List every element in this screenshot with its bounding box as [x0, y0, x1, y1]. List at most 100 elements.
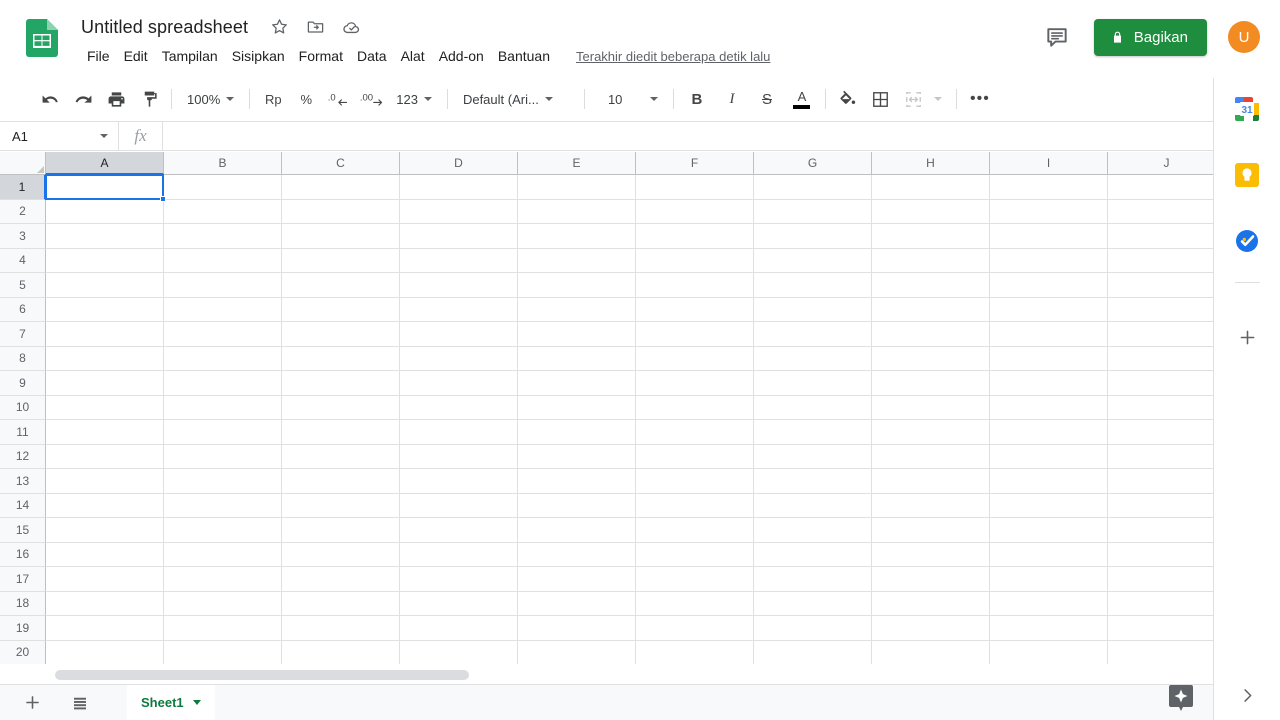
column-header-g[interactable]: G: [754, 152, 872, 175]
format-currency-button[interactable]: Rp: [258, 85, 288, 113]
cell-H7[interactable]: [872, 322, 990, 347]
cell-C17[interactable]: [282, 567, 400, 592]
cell-I19[interactable]: [990, 616, 1108, 641]
decrease-decimal-button[interactable]: .0: [324, 85, 352, 113]
cell-B13[interactable]: [164, 469, 282, 494]
cell-H12[interactable]: [872, 444, 990, 469]
cell-J3[interactable]: [1108, 224, 1213, 249]
cell-F2[interactable]: [636, 199, 754, 224]
row-header-3[interactable]: 3: [0, 224, 46, 249]
cell-I20[interactable]: [990, 640, 1108, 664]
cell-E10[interactable]: [518, 395, 636, 420]
menu-item-file[interactable]: File: [80, 46, 117, 66]
cell-J11[interactable]: [1108, 420, 1213, 445]
cell-G13[interactable]: [754, 469, 872, 494]
cell-J8[interactable]: [1108, 346, 1213, 371]
cell-C14[interactable]: [282, 493, 400, 518]
cell-C7[interactable]: [282, 322, 400, 347]
cell-C9[interactable]: [282, 371, 400, 396]
avatar[interactable]: U: [1228, 21, 1260, 53]
cell-E16[interactable]: [518, 542, 636, 567]
cell-I16[interactable]: [990, 542, 1108, 567]
bold-button[interactable]: B: [682, 85, 712, 113]
cell-E7[interactable]: [518, 322, 636, 347]
cell-B10[interactable]: [164, 395, 282, 420]
row-header-13[interactable]: 13: [0, 469, 46, 494]
cell-E8[interactable]: [518, 346, 636, 371]
cell-J9[interactable]: [1108, 371, 1213, 396]
cell-D12[interactable]: [400, 444, 518, 469]
cell-B4[interactable]: [164, 248, 282, 273]
row-header-14[interactable]: 14: [0, 493, 46, 518]
menu-item-help[interactable]: Bantuan: [491, 46, 557, 66]
cell-A7[interactable]: [46, 322, 164, 347]
sheet-tab-sheet1[interactable]: Sheet1: [127, 684, 215, 720]
menu-item-data[interactable]: Data: [350, 46, 394, 66]
cell-F5[interactable]: [636, 273, 754, 298]
increase-decimal-button[interactable]: .00: [357, 85, 387, 113]
cell-G4[interactable]: [754, 248, 872, 273]
cell-E20[interactable]: [518, 640, 636, 664]
cell-H8[interactable]: [872, 346, 990, 371]
cell-F15[interactable]: [636, 518, 754, 543]
column-header-e[interactable]: E: [518, 152, 636, 175]
cell-G20[interactable]: [754, 640, 872, 664]
cell-I5[interactable]: [990, 273, 1108, 298]
row-header-4[interactable]: 4: [0, 248, 46, 273]
cell-A16[interactable]: [46, 542, 164, 567]
cell-G18[interactable]: [754, 591, 872, 616]
cell-J14[interactable]: [1108, 493, 1213, 518]
cell-H17[interactable]: [872, 567, 990, 592]
cell-H10[interactable]: [872, 395, 990, 420]
cell-D4[interactable]: [400, 248, 518, 273]
cell-D3[interactable]: [400, 224, 518, 249]
cell-A13[interactable]: [46, 469, 164, 494]
menu-item-insert[interactable]: Sisipkan: [225, 46, 292, 66]
cell-H9[interactable]: [872, 371, 990, 396]
cell-A18[interactable]: [46, 591, 164, 616]
cell-F3[interactable]: [636, 224, 754, 249]
fill-handle[interactable]: [160, 195, 166, 202]
cell-C15[interactable]: [282, 518, 400, 543]
document-title[interactable]: Untitled spreadsheet: [78, 16, 251, 39]
column-header-j[interactable]: J: [1108, 152, 1213, 175]
cell-I14[interactable]: [990, 493, 1108, 518]
cell-F7[interactable]: [636, 322, 754, 347]
column-header-d[interactable]: D: [400, 152, 518, 175]
cell-A8[interactable]: [46, 346, 164, 371]
cell-A9[interactable]: [46, 371, 164, 396]
cell-G1[interactable]: [754, 175, 872, 200]
menu-item-tools[interactable]: Alat: [394, 46, 432, 66]
cell-H15[interactable]: [872, 518, 990, 543]
cell-B3[interactable]: [164, 224, 282, 249]
cell-J18[interactable]: [1108, 591, 1213, 616]
cell-H5[interactable]: [872, 273, 990, 298]
row-header-2[interactable]: 2: [0, 199, 46, 224]
cell-B7[interactable]: [164, 322, 282, 347]
cell-B20[interactable]: [164, 640, 282, 664]
cell-F4[interactable]: [636, 248, 754, 273]
cell-F17[interactable]: [636, 567, 754, 592]
cell-F9[interactable]: [636, 371, 754, 396]
cell-I12[interactable]: [990, 444, 1108, 469]
row-header-19[interactable]: 19: [0, 616, 46, 641]
cell-F11[interactable]: [636, 420, 754, 445]
cell-G5[interactable]: [754, 273, 872, 298]
cell-F18[interactable]: [636, 591, 754, 616]
cell-E19[interactable]: [518, 616, 636, 641]
zoom-control[interactable]: 100%: [180, 85, 241, 113]
row-header-5[interactable]: 5: [0, 273, 46, 298]
cell-A14[interactable]: [46, 493, 164, 518]
cell-D8[interactable]: [400, 346, 518, 371]
cell-E12[interactable]: [518, 444, 636, 469]
cell-B16[interactable]: [164, 542, 282, 567]
cell-B1[interactable]: [164, 175, 282, 200]
cell-F16[interactable]: [636, 542, 754, 567]
cell-C13[interactable]: [282, 469, 400, 494]
cell-B14[interactable]: [164, 493, 282, 518]
column-header-f[interactable]: F: [636, 152, 754, 175]
horizontal-scrollbar[interactable]: [46, 668, 1176, 682]
cell-C4[interactable]: [282, 248, 400, 273]
cell-A5[interactable]: [46, 273, 164, 298]
cell-J19[interactable]: [1108, 616, 1213, 641]
